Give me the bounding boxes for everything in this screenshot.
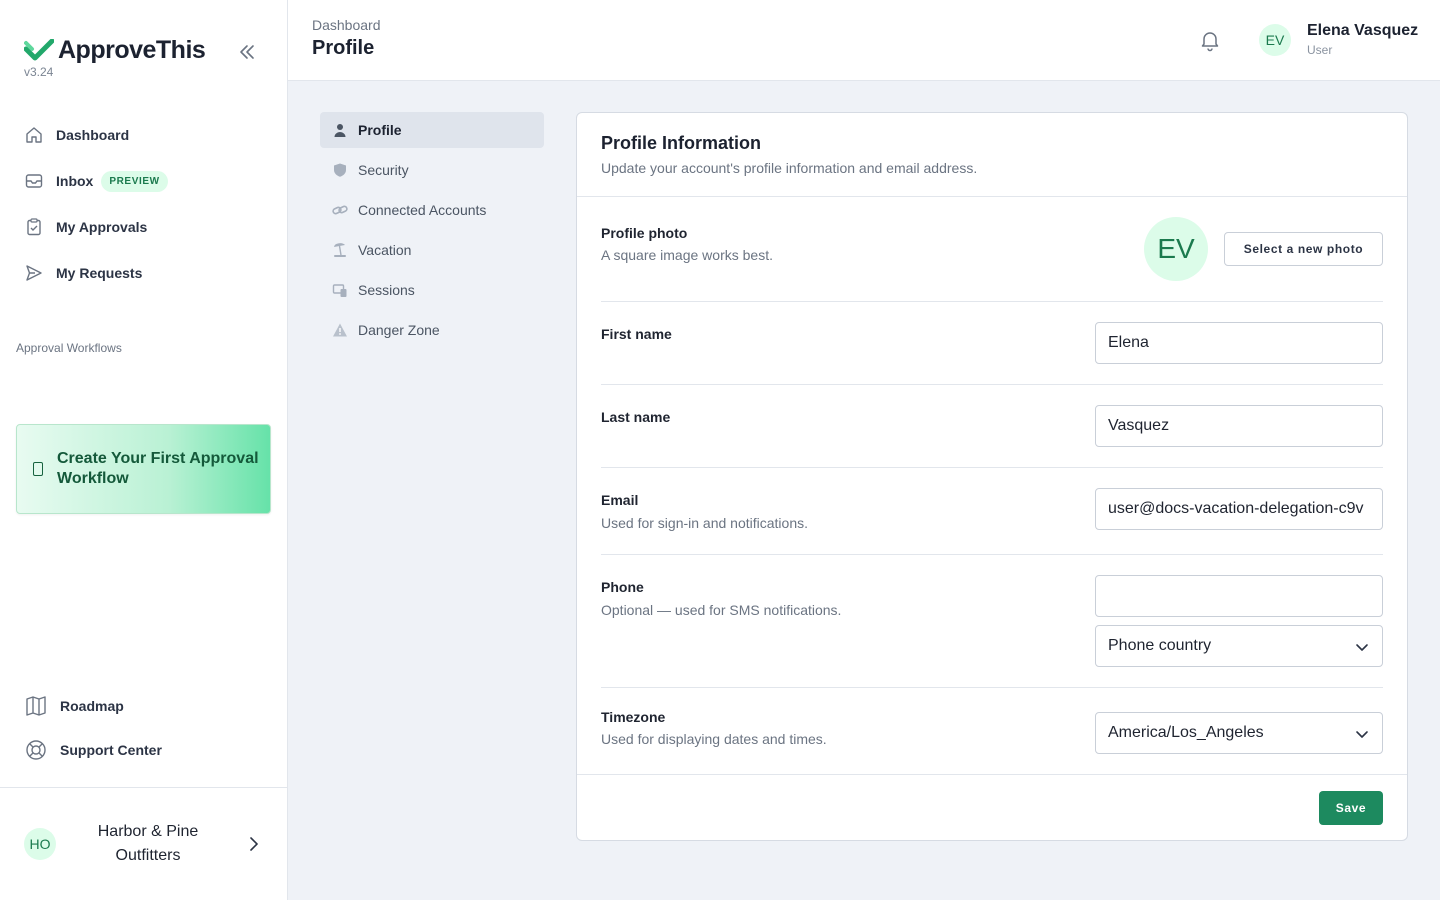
home-icon: [24, 125, 44, 145]
settings-tab-vacation[interactable]: Vacation: [320, 232, 544, 268]
timezone-row: Timezone Used for displaying dates and t…: [601, 688, 1383, 774]
card-footer-divider: [577, 774, 1407, 775]
shield-icon: [332, 162, 348, 178]
sidebar-item-support-center[interactable]: Support Center: [16, 728, 272, 772]
email-input[interactable]: [1095, 488, 1383, 530]
brand-name: ApproveThis: [58, 36, 206, 64]
profile-photo-help: A square image works best.: [601, 247, 773, 263]
email-label: Email: [601, 492, 639, 508]
sidebar-item-inbox[interactable]: Inbox PREVIEW: [16, 158, 272, 204]
first-name-row: First name: [601, 302, 1383, 385]
inbox-icon: [24, 171, 44, 191]
timezone-help: Used for displaying dates and times.: [601, 731, 827, 747]
phone-help: Optional — used for SMS notifications.: [601, 602, 842, 618]
user-name: Elena Vasquez: [1307, 22, 1419, 39]
create-workflow-label: Create Your First Approval Workflow: [57, 450, 259, 487]
chevron-right-icon: [250, 837, 258, 851]
email-row: Email Used for sign-in and notifications…: [601, 468, 1383, 555]
settings-tab-sessions[interactable]: Sessions: [320, 272, 544, 308]
sidebar-item-my-approvals[interactable]: My Approvals: [16, 204, 272, 250]
sidebar-item-label: Support Center: [60, 742, 162, 758]
last-name-label: Last name: [601, 409, 671, 425]
org-avatar: HO: [24, 828, 56, 860]
user-avatar[interactable]: EV: [1259, 24, 1291, 56]
profile-photo-avatar: EV: [1144, 217, 1208, 281]
card-title: Profile Information: [601, 133, 762, 153]
phone-input[interactable]: [1095, 575, 1383, 617]
organization-switcher[interactable]: HO Harbor & Pine Outfitters: [0, 787, 287, 900]
save-button[interactable]: Save: [1319, 791, 1383, 825]
settings-tab-connected-accounts[interactable]: Connected Accounts: [320, 192, 544, 228]
breadcrumb[interactable]: Dashboard: [312, 17, 381, 33]
timezone-value: America/Los_Angeles: [1108, 724, 1264, 741]
settings-tab-security[interactable]: Security: [320, 152, 544, 188]
sidebar: ApproveThis v3.24 Dashboard Inbox PREVIE…: [0, 0, 288, 900]
sidebar-item-label: Dashboard: [56, 127, 130, 143]
last-name-input[interactable]: [1095, 405, 1383, 447]
logo-check-icon: [24, 38, 54, 60]
timezone-label: Timezone: [601, 709, 666, 725]
settings-tab-label: Security: [358, 162, 409, 178]
top-header: Dashboard Profile EV Elena Vasquez User: [288, 0, 1440, 81]
sidebar-item-label: Roadmap: [60, 698, 124, 714]
settings-nav: Profile Security Connected Accounts Vaca…: [320, 112, 544, 352]
phone-label: Phone: [601, 579, 644, 595]
sidebar-item-my-requests[interactable]: My Requests: [16, 250, 272, 296]
collapse-sidebar-button[interactable]: [234, 40, 260, 64]
settings-tab-label: Profile: [358, 122, 402, 138]
phone-row: Phone Optional — used for SMS notificati…: [601, 555, 1383, 688]
settings-tab-danger-zone[interactable]: Danger Zone: [320, 312, 544, 348]
settings-tab-label: Sessions: [358, 282, 415, 298]
lifebuoy-icon: [24, 738, 48, 762]
sidebar-bottom-nav: Roadmap Support Center: [16, 684, 272, 772]
sidebar-item-label: Inbox: [56, 173, 94, 189]
user-role: User: [1307, 43, 1333, 57]
email-help: Used for sign-in and notifications.: [601, 515, 808, 531]
beach-icon: [332, 242, 348, 258]
select-new-photo-button[interactable]: Select a new photo: [1224, 232, 1383, 266]
warning-icon: [332, 322, 348, 338]
first-name-input[interactable]: [1095, 322, 1383, 364]
section-label-approval-workflows: Approval Workflows: [16, 341, 122, 355]
phone-country-select[interactable]: Phone country: [1095, 625, 1383, 667]
chevrons-left-icon: [240, 45, 254, 59]
link-icon: [332, 202, 348, 218]
create-workflow-button[interactable]: Create Your First Approval Workflow: [16, 424, 271, 514]
chevron-down-icon: [1356, 644, 1368, 651]
document-icon: [33, 462, 43, 476]
app-version: v3.24: [24, 65, 54, 79]
devices-icon: [332, 282, 348, 298]
bell-icon[interactable]: [1198, 28, 1222, 52]
profile-photo-row: Profile photo A square image works best.…: [601, 217, 1383, 302]
timezone-select[interactable]: America/Los_Angeles: [1095, 712, 1383, 754]
profile-information-card: Profile Information Update your account'…: [576, 112, 1408, 841]
user-icon: [332, 122, 348, 138]
settings-tab-label: Vacation: [358, 242, 412, 258]
card-subtitle: Update your account's profile informatio…: [601, 160, 978, 176]
last-name-row: Last name: [601, 385, 1383, 468]
settings-tab-label: Danger Zone: [358, 322, 440, 338]
chevron-down-icon: [1356, 731, 1368, 738]
phone-country-value: Phone country: [1108, 637, 1212, 654]
sidebar-item-roadmap[interactable]: Roadmap: [16, 684, 272, 728]
map-icon: [24, 694, 48, 718]
sidebar-nav: Dashboard Inbox PREVIEW My Approvals My …: [16, 112, 272, 296]
sidebar-item-label: My Requests: [56, 265, 143, 281]
brand[interactable]: ApproveThis: [24, 36, 206, 65]
preview-badge: PREVIEW: [101, 170, 168, 192]
page-title: Profile: [312, 37, 375, 59]
clipboard-check-icon: [24, 217, 44, 237]
settings-tab-profile[interactable]: Profile: [320, 112, 544, 148]
first-name-label: First name: [601, 326, 672, 342]
org-name: Harbor & Pine Outfitters: [97, 823, 199, 864]
settings-tab-label: Connected Accounts: [358, 202, 487, 218]
card-header: Profile Information Update your account'…: [577, 113, 1407, 197]
send-icon: [24, 263, 44, 283]
sidebar-item-label: My Approvals: [56, 219, 148, 235]
profile-photo-label: Profile photo: [601, 225, 688, 241]
sidebar-item-dashboard[interactable]: Dashboard: [16, 112, 272, 158]
